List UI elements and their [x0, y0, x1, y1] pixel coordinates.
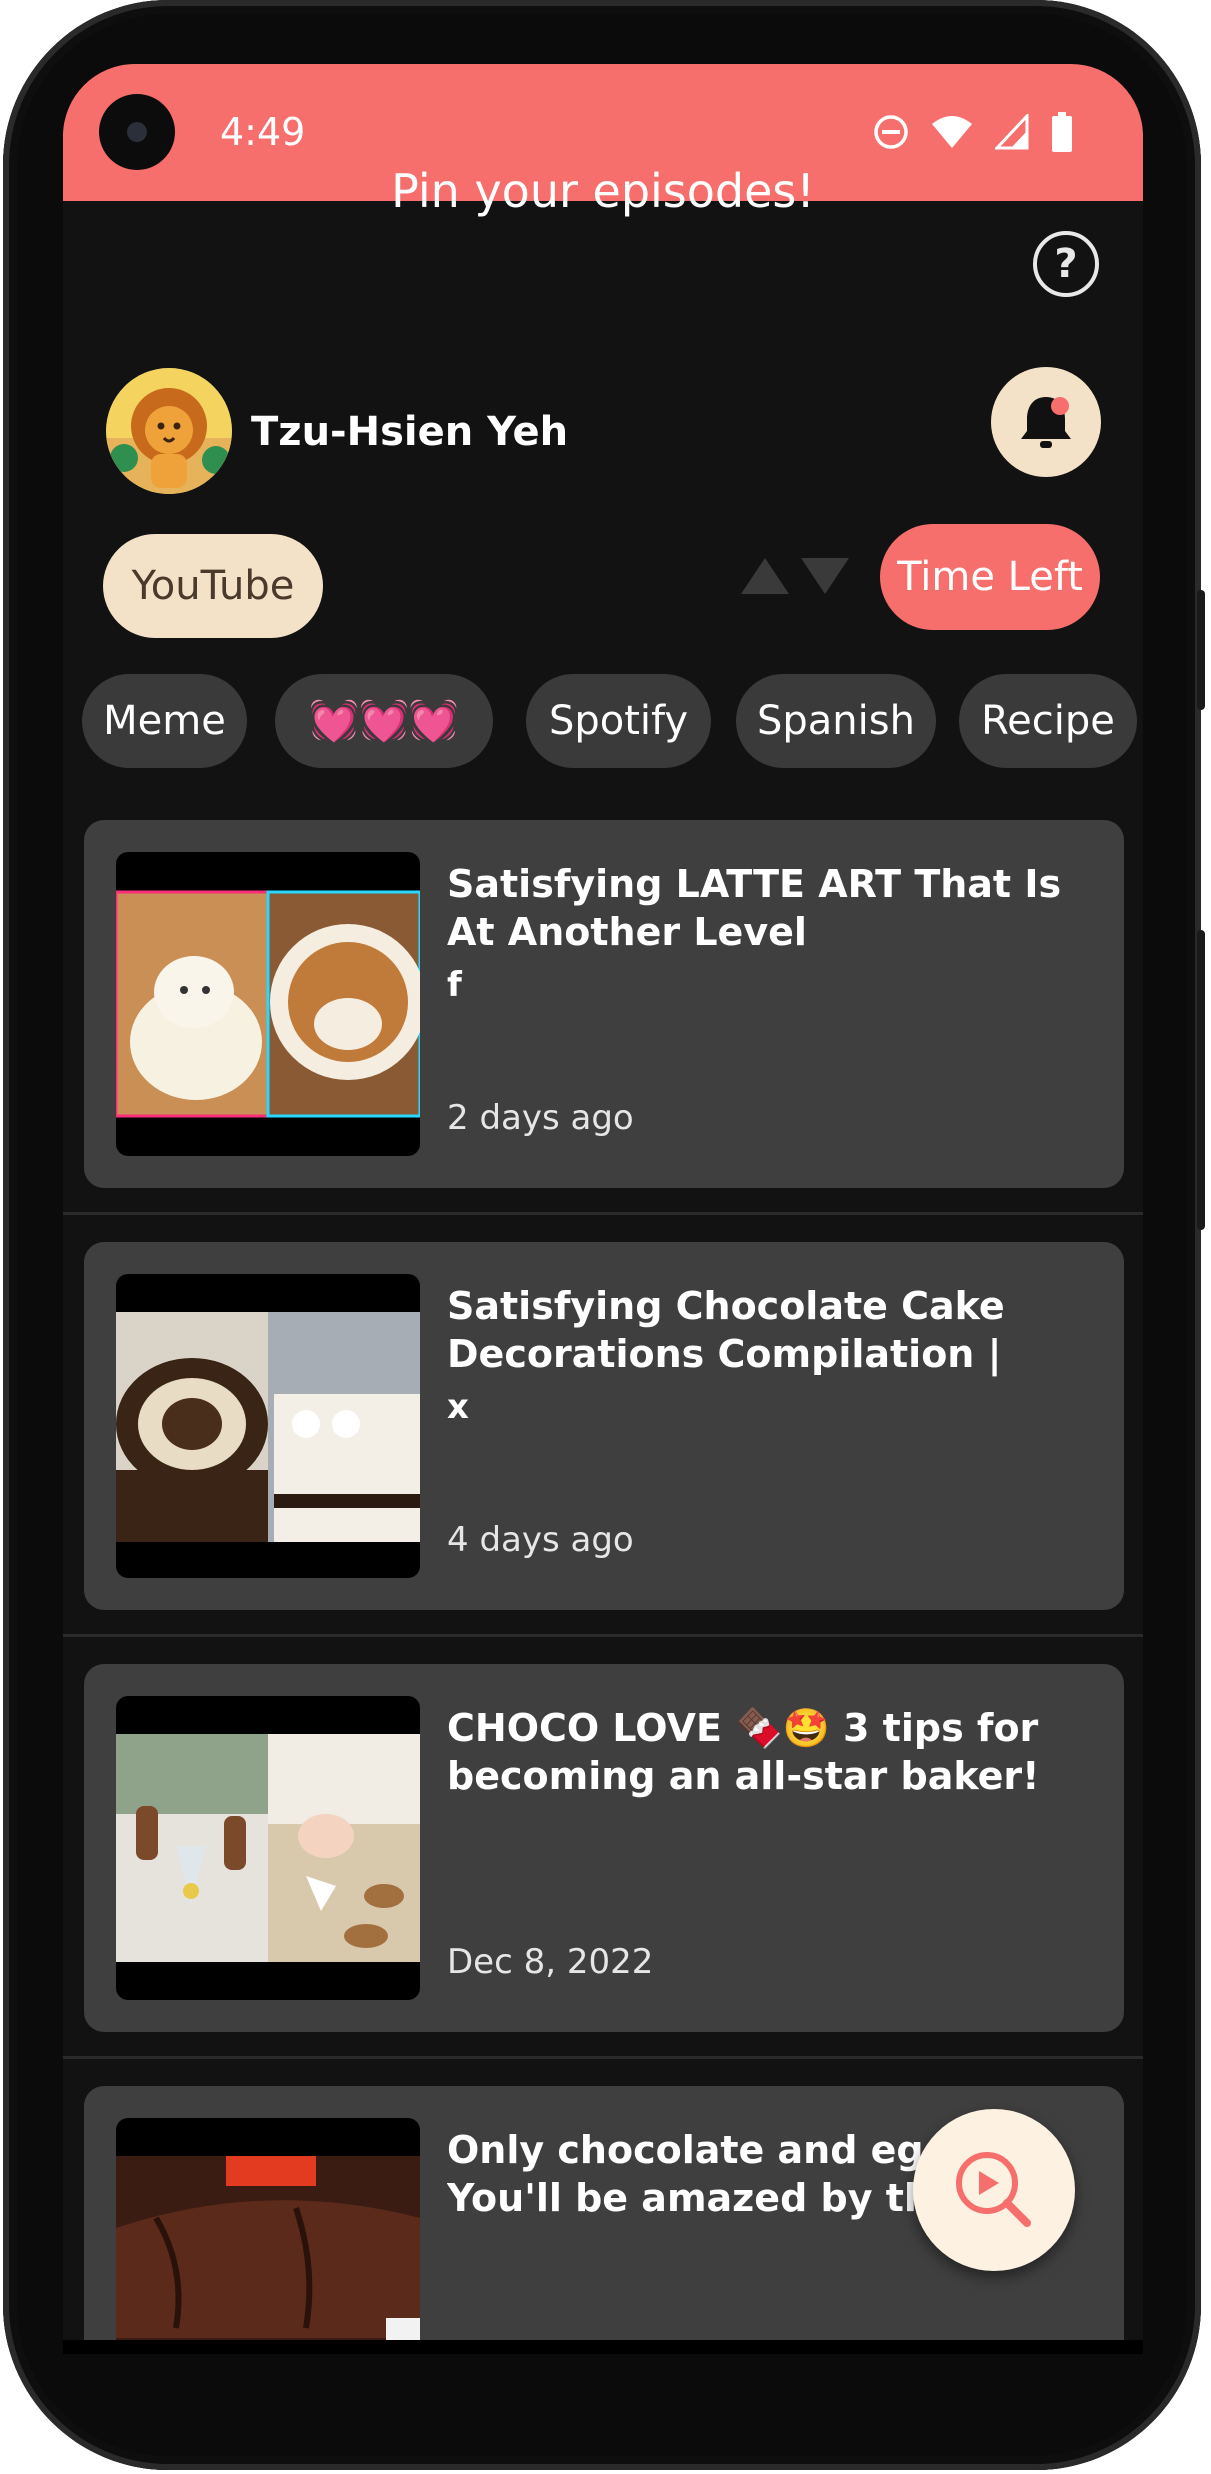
- wifi-icon: [932, 116, 972, 148]
- episode-title: Satisfying Chocolate Cake Decorations Co…: [447, 1284, 1005, 1376]
- tag-chip-spanish[interactable]: Spanish: [736, 674, 936, 768]
- episode-thumbnail: [116, 1274, 420, 1578]
- episode-date: 2 days ago: [447, 1098, 634, 1138]
- front-camera: [99, 94, 175, 170]
- navigation-bar: [63, 2340, 1143, 2354]
- power-button: [1197, 590, 1205, 710]
- lion-avatar-image: [106, 368, 232, 494]
- notification-button[interactable]: [991, 367, 1101, 477]
- sort-time-left-chip[interactable]: Time Left: [880, 524, 1100, 630]
- tag-chip-spotify[interactable]: Spotify: [526, 674, 711, 768]
- cellular-signal-icon: [995, 114, 1029, 150]
- divider: [63, 1212, 1143, 1215]
- avatar[interactable]: [106, 368, 232, 494]
- source-filter-chip[interactable]: YouTube: [103, 534, 323, 638]
- battery-icon: [1052, 112, 1072, 152]
- episode-title: Satisfying LATTE ART That Is At Another …: [447, 862, 1062, 954]
- sort-descending-icon[interactable]: [801, 558, 849, 594]
- status-time: 4:49: [220, 110, 306, 154]
- episode-thumbnail: [116, 1696, 420, 2000]
- sort-ascending-icon[interactable]: [741, 558, 789, 594]
- episode-thumbnail: [116, 852, 420, 1156]
- bell-icon: [1021, 397, 1071, 448]
- app-screen: 4:49 Pin your episodes! ? Tzu-Hsien Yeh …: [63, 64, 1143, 2354]
- username: Tzu-Hsien Yeh: [251, 409, 569, 455]
- search-play-icon: [956, 2152, 1031, 2227]
- tag-chip-hearts[interactable]: 💓💓💓: [275, 674, 493, 768]
- divider: [63, 2056, 1143, 2059]
- episode-card[interactable]: Satisfying Chocolate Cake Decorations Co…: [84, 1242, 1124, 1610]
- do-not-disturb-icon: [874, 115, 908, 149]
- search-episodes-fab[interactable]: [913, 2109, 1075, 2271]
- volume-button: [1197, 930, 1205, 1230]
- phone-frame: 4:49 Pin your episodes! ? Tzu-Hsien Yeh …: [3, 0, 1205, 2470]
- episode-note: f: [447, 965, 462, 1005]
- episode-title: CHOCO LOVE 🍫🤩 3 tips for becoming an all…: [447, 1706, 1040, 1798]
- question-circle-icon: ?: [1054, 241, 1078, 287]
- divider: [63, 1634, 1143, 1637]
- episode-note: x: [447, 1387, 469, 1427]
- tag-chip-meme[interactable]: Meme: [82, 674, 247, 768]
- episode-date: Dec 8, 2022: [447, 1942, 654, 1982]
- episode-card[interactable]: CHOCO LOVE 🍫🤩 3 tips for becoming an all…: [84, 1664, 1124, 2032]
- notification-badge: [1051, 397, 1069, 415]
- help-button[interactable]: ?: [1033, 231, 1099, 297]
- episode-card[interactable]: Satisfying LATTE ART That Is At Another …: [84, 820, 1124, 1188]
- episode-thumbnail: [116, 2118, 420, 2354]
- episode-date: 4 days ago: [447, 1520, 634, 1560]
- page-title: Pin your episodes!: [391, 164, 815, 218]
- tag-chip-recipe[interactable]: Recipe: [959, 674, 1137, 768]
- status-icons: [873, 110, 1073, 154]
